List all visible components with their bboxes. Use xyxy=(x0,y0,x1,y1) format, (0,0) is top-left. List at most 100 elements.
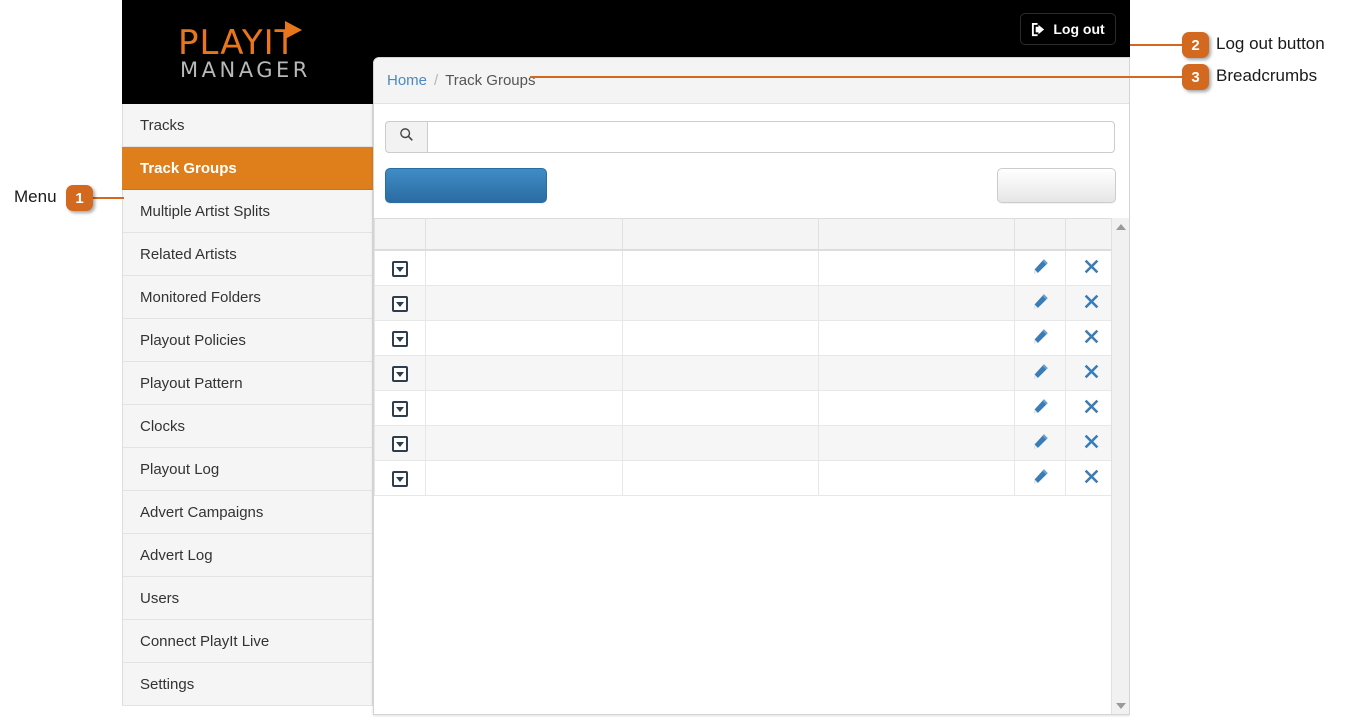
row-edit-cell[interactable] xyxy=(1014,390,1066,426)
row-edit-cell[interactable] xyxy=(1014,460,1066,496)
delete-cross-icon[interactable] xyxy=(1083,328,1100,345)
scrollbar-down-arrow-icon[interactable] xyxy=(1112,697,1129,714)
column-header-expand[interactable] xyxy=(374,218,426,251)
edit-pencil-icon[interactable] xyxy=(1032,258,1049,275)
sidebar-item-advert-log[interactable]: Advert Log xyxy=(122,534,373,577)
annotation-badge-3: 3 xyxy=(1182,64,1209,90)
scrollbar-thumb[interactable] xyxy=(1113,236,1128,686)
delete-cross-icon[interactable] xyxy=(1083,363,1100,380)
sidebar-item-playout-log[interactable]: Playout Log xyxy=(122,448,373,491)
sidebar-item-tracks[interactable]: Tracks xyxy=(122,104,373,147)
row-expand-cell[interactable] xyxy=(374,285,426,321)
sidebar-item-track-groups[interactable]: Track Groups xyxy=(122,147,373,190)
sidebar-item-playout-pattern[interactable]: Playout Pattern xyxy=(122,362,373,405)
row-cell-b xyxy=(622,250,819,286)
row-expand-cell[interactable] xyxy=(374,390,426,426)
search-icon xyxy=(399,127,414,147)
edit-pencil-icon[interactable] xyxy=(1032,433,1049,450)
expand-toggle-icon[interactable] xyxy=(392,330,408,347)
edit-pencil-icon[interactable] xyxy=(1032,398,1049,415)
sidebar-item-label: Advert Log xyxy=(140,547,213,564)
row-edit-cell[interactable] xyxy=(1014,320,1066,356)
breadcrumb-link-home[interactable]: Home xyxy=(387,72,427,89)
sidebar-item-label: Users xyxy=(140,590,180,607)
logout-button-label: Log out xyxy=(1053,21,1105,37)
delete-cross-icon[interactable] xyxy=(1083,433,1100,450)
logo-primary-text: PLAYIT xyxy=(178,23,297,63)
row-cell-a xyxy=(425,390,623,426)
table-vertical-scrollbar[interactable] xyxy=(1111,218,1129,714)
row-edit-cell[interactable] xyxy=(1014,425,1066,461)
row-expand-cell[interactable] xyxy=(374,425,426,461)
row-cell-c xyxy=(818,250,1015,286)
delete-cross-icon[interactable] xyxy=(1083,398,1100,415)
row-expand-cell[interactable] xyxy=(374,320,426,356)
row-delete-cell[interactable] xyxy=(1065,390,1118,426)
sidebar-item-connect-playit-live[interactable]: Connect PlayIt Live xyxy=(122,620,373,663)
track-groups-table xyxy=(374,218,1118,496)
row-cell-a xyxy=(425,460,623,496)
table-row[interactable] xyxy=(374,425,1118,461)
annotation-badge-2: 2 xyxy=(1182,32,1209,58)
row-edit-cell[interactable] xyxy=(1014,250,1066,286)
logout-button[interactable]: Log out xyxy=(1020,13,1116,45)
expand-toggle-icon[interactable] xyxy=(392,470,408,487)
edit-pencil-icon[interactable] xyxy=(1032,293,1049,310)
search-button[interactable] xyxy=(385,121,427,153)
sidebar-item-label: Track Groups xyxy=(140,160,237,177)
row-expand-cell[interactable] xyxy=(374,355,426,391)
expand-toggle-icon[interactable] xyxy=(392,295,408,312)
logo-secondary-text: MANAGER xyxy=(180,58,311,82)
search-input[interactable] xyxy=(427,121,1115,153)
sidebar-item-label: Clocks xyxy=(140,418,186,435)
row-delete-cell[interactable] xyxy=(1065,355,1118,391)
sidebar-item-multiple-artist-splits[interactable]: Multiple Artist Splits xyxy=(122,190,373,233)
sidebar-item-settings[interactable]: Settings xyxy=(122,663,373,706)
primary-action-button[interactable] xyxy=(385,168,547,203)
sidebar-item-label: Settings xyxy=(140,676,195,693)
row-delete-cell[interactable] xyxy=(1065,320,1118,356)
row-delete-cell[interactable] xyxy=(1065,425,1118,461)
column-header-delete xyxy=(1065,218,1118,251)
sidebar-item-clocks[interactable]: Clocks xyxy=(122,405,373,448)
expand-toggle-icon[interactable] xyxy=(392,435,408,452)
table-header xyxy=(374,218,1118,251)
delete-cross-icon[interactable] xyxy=(1083,468,1100,485)
column-header-a[interactable] xyxy=(425,218,623,251)
sidebar-item-advert-campaigns[interactable]: Advert Campaigns xyxy=(122,491,373,534)
row-edit-cell[interactable] xyxy=(1014,285,1066,321)
edit-pencil-icon[interactable] xyxy=(1032,328,1049,345)
sidebar-item-users[interactable]: Users xyxy=(122,577,373,620)
row-expand-cell[interactable] xyxy=(374,460,426,496)
sidebar-item-playout-policies[interactable]: Playout Policies xyxy=(122,319,373,362)
row-expand-cell[interactable] xyxy=(374,250,426,286)
expand-toggle-icon[interactable] xyxy=(392,400,408,417)
row-cell-a xyxy=(425,285,623,321)
annotation-label-2: Log out button xyxy=(1216,34,1325,53)
edit-pencil-icon[interactable] xyxy=(1032,363,1049,380)
row-delete-cell[interactable] xyxy=(1065,250,1118,286)
sidebar-item-related-artists[interactable]: Related Artists xyxy=(122,233,373,276)
column-header-c[interactable] xyxy=(818,218,1015,251)
table-row[interactable] xyxy=(374,285,1118,321)
edit-pencil-icon[interactable] xyxy=(1032,468,1049,485)
delete-cross-icon[interactable] xyxy=(1083,258,1100,275)
table-row[interactable] xyxy=(374,460,1118,496)
table-row[interactable] xyxy=(374,320,1118,356)
table-row[interactable] xyxy=(374,390,1118,426)
delete-cross-icon[interactable] xyxy=(1083,293,1100,310)
table-row[interactable] xyxy=(374,355,1118,391)
sidebar-item-monitored-folders[interactable]: Monitored Folders xyxy=(122,276,373,319)
column-header-b[interactable] xyxy=(622,218,819,251)
table-row[interactable] xyxy=(374,250,1118,286)
row-cell-c xyxy=(818,285,1015,321)
annotation-label-1: Menu xyxy=(14,187,57,206)
row-delete-cell[interactable] xyxy=(1065,285,1118,321)
expand-toggle-icon[interactable] xyxy=(392,260,408,277)
row-delete-cell[interactable] xyxy=(1065,460,1118,496)
row-edit-cell[interactable] xyxy=(1014,355,1066,391)
scrollbar-up-arrow-icon[interactable] xyxy=(1112,218,1129,235)
row-cell-c xyxy=(818,320,1015,356)
secondary-action-button[interactable] xyxy=(997,168,1116,203)
expand-toggle-icon[interactable] xyxy=(392,365,408,382)
